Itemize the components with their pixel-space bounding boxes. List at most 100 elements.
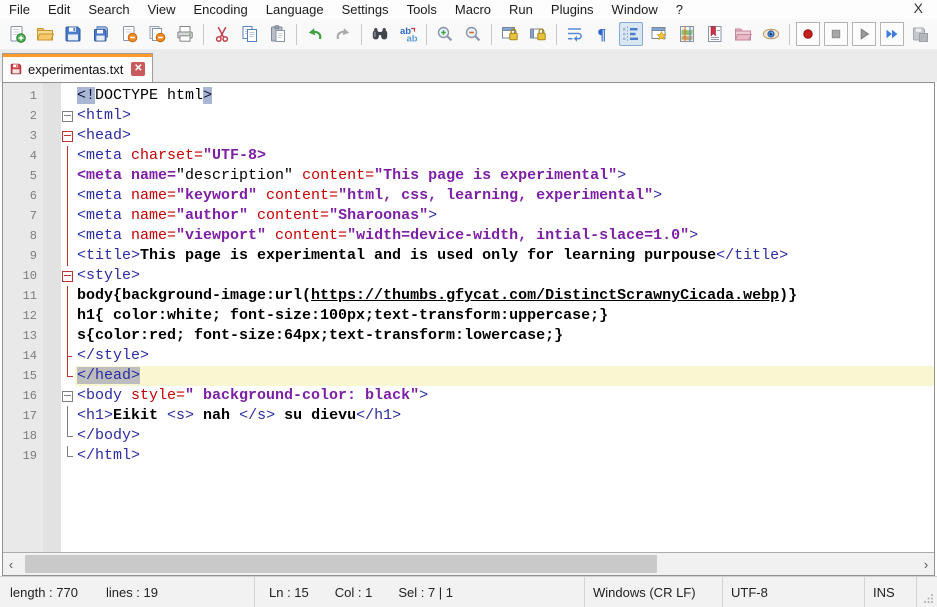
menu-item-search[interactable]: Search: [79, 1, 138, 18]
fold-cell[interactable]: [61, 126, 75, 146]
macro-run-multiple-icon[interactable]: [880, 22, 904, 46]
bookmark-cell[interactable]: [43, 446, 61, 466]
sync-scroll-vertical-icon[interactable]: [498, 22, 522, 46]
menu-item-macro[interactable]: Macro: [446, 1, 500, 18]
bookmark-cell[interactable]: [43, 146, 61, 166]
bookmark-cell[interactable]: [43, 126, 61, 146]
bookmark-cell[interactable]: [43, 226, 61, 246]
bookmark-cell[interactable]: [43, 306, 61, 326]
code-line-content: <body style=" background-color: black">: [75, 386, 934, 406]
toolbar-separator: [789, 24, 790, 45]
bookmark-cell[interactable]: [43, 386, 61, 406]
menu-item-settings[interactable]: Settings: [333, 1, 398, 18]
code-area[interactable]: 1<!DOCTYPE html>2<html>3<head>4<meta cha…: [3, 83, 934, 552]
menu-item-window[interactable]: Window: [603, 1, 667, 18]
line-number: 10: [3, 266, 43, 286]
horizontal-scrollbar[interactable]: ‹ ›: [3, 552, 934, 575]
word-wrap-icon[interactable]: [563, 22, 587, 46]
bookmark-cell[interactable]: [43, 166, 61, 186]
menu-item-edit[interactable]: Edit: [39, 1, 79, 18]
macro-record-icon[interactable]: [796, 22, 820, 46]
close-doc-icon[interactable]: [117, 22, 141, 46]
code-token: h1{ color:white; font-size:100px;text-tr…: [77, 307, 608, 324]
undo-icon[interactable]: [303, 22, 327, 46]
bookmark-cell[interactable]: [43, 406, 61, 426]
fold-cell: [61, 406, 75, 426]
status-typing-mode[interactable]: INS: [865, 577, 917, 607]
indent-guide-icon[interactable]: [619, 22, 643, 46]
fold-marker-tee: [61, 346, 75, 366]
copy-icon[interactable]: [238, 22, 262, 46]
toolbar-separator: [491, 24, 492, 45]
menu-item-file[interactable]: File: [0, 1, 39, 18]
bookmark-cell[interactable]: [43, 266, 61, 286]
macro-stop-icon[interactable]: [824, 22, 848, 46]
fold-cell[interactable]: [61, 386, 75, 406]
document-map-icon[interactable]: [675, 22, 699, 46]
sync-scroll-horizontal-icon[interactable]: [526, 22, 550, 46]
new-file-icon[interactable]: [5, 22, 29, 46]
fold-marker-v: [61, 226, 75, 246]
menu-item-plugins[interactable]: Plugins: [542, 1, 603, 18]
scrollbar-thumb[interactable]: [25, 555, 657, 573]
fold-cell[interactable]: [61, 266, 75, 286]
status-eol-format[interactable]: Windows (CR LF): [585, 577, 723, 607]
zoom-out-icon[interactable]: [461, 22, 485, 46]
scroll-left-arrow-icon[interactable]: ‹: [3, 553, 19, 575]
menu-item-language[interactable]: Language: [257, 1, 333, 18]
fold-marker-v: [61, 146, 75, 166]
status-encoding[interactable]: UTF-8: [723, 577, 865, 607]
open-folder-icon[interactable]: [33, 22, 57, 46]
code-line: 6<meta name="keyword" content="html, css…: [3, 186, 934, 206]
zoom-in-icon[interactable]: [433, 22, 457, 46]
tab-close-icon[interactable]: ✕: [131, 62, 145, 76]
fold-marker-box[interactable]: [62, 271, 73, 282]
user-defined-dialog-icon[interactable]: [647, 22, 671, 46]
menu-item-view[interactable]: View: [139, 1, 185, 18]
fold-marker-box[interactable]: [62, 111, 73, 122]
macro-save-icon[interactable]: [908, 22, 932, 46]
fold-marker-corner: [61, 426, 75, 446]
line-number: 12: [3, 306, 43, 326]
print-icon[interactable]: [173, 22, 197, 46]
cut-icon[interactable]: [210, 22, 234, 46]
find-icon[interactable]: [368, 22, 392, 46]
bookmark-cell[interactable]: [43, 346, 61, 366]
fold-marker-box[interactable]: [62, 391, 73, 402]
menu-item-run[interactable]: Run: [500, 1, 542, 18]
bookmark-cell[interactable]: [43, 206, 61, 226]
bookmark-cell[interactable]: [43, 426, 61, 446]
function-list-icon[interactable]: [703, 22, 727, 46]
code-token: <meta: [77, 147, 122, 164]
tab-experimentas[interactable]: experimentas.txt ✕: [2, 55, 153, 82]
bookmark-cell[interactable]: [43, 86, 61, 106]
save-all-icon[interactable]: [89, 22, 113, 46]
bookmark-cell[interactable]: [43, 366, 61, 386]
macro-play-icon[interactable]: [852, 22, 876, 46]
paste-icon[interactable]: [266, 22, 290, 46]
replace-icon[interactable]: abab: [396, 22, 420, 46]
monitoring-icon[interactable]: [759, 22, 783, 46]
resize-grip-icon[interactable]: [924, 593, 934, 603]
bookmark-cell[interactable]: [43, 286, 61, 306]
code-token: body{background-image:url(: [77, 287, 311, 304]
code-token: "author": [176, 207, 248, 224]
scroll-right-arrow-icon[interactable]: ›: [918, 553, 934, 575]
show-all-characters-icon[interactable]: ¶: [591, 22, 615, 46]
menu-item-tools[interactable]: Tools: [398, 1, 446, 18]
close-all-docs-icon[interactable]: [145, 22, 169, 46]
bookmark-cell[interactable]: [43, 106, 61, 126]
fold-cell: [61, 146, 75, 166]
menu-item-help[interactable]: ?: [667, 1, 692, 18]
fold-cell[interactable]: [61, 106, 75, 126]
redo-icon[interactable]: [331, 22, 355, 46]
fold-marker-box[interactable]: [62, 131, 73, 142]
folder-as-workspace-icon[interactable]: [731, 22, 755, 46]
menu-item-encoding[interactable]: Encoding: [185, 1, 257, 18]
code-token: DOCTYPE html: [95, 87, 203, 104]
save-icon[interactable]: [61, 22, 85, 46]
window-close-button[interactable]: X: [908, 0, 929, 16]
bookmark-cell[interactable]: [43, 326, 61, 346]
bookmark-cell[interactable]: [43, 186, 61, 206]
bookmark-cell[interactable]: [43, 246, 61, 266]
